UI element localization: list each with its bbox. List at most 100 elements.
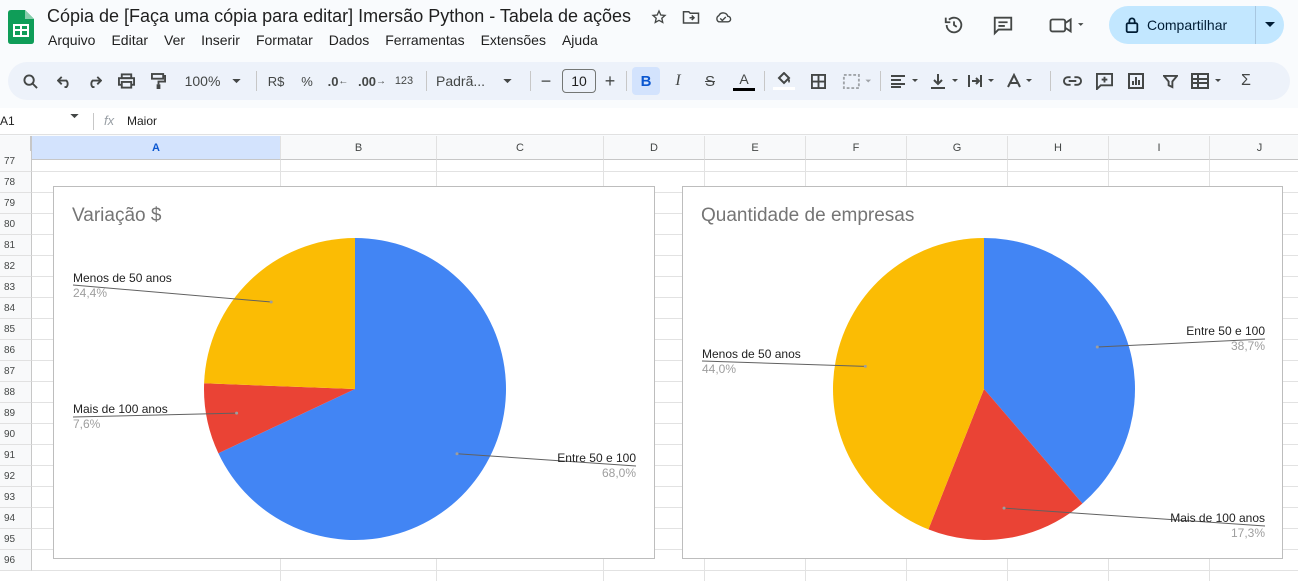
row-gridline [32, 171, 1298, 172]
title-actions [650, 8, 732, 26]
row-header-84[interactable]: 84 [0, 298, 32, 319]
name-box[interactable]: A1 [0, 114, 15, 128]
print-icon[interactable] [116, 62, 136, 100]
row-header-83[interactable]: 83 [0, 277, 32, 298]
menu-ajuda[interactable]: Ajuda [562, 32, 598, 48]
chevron-down-icon [503, 78, 512, 83]
format-currency-button[interactable]: R$ [264, 62, 288, 100]
slice-label-menos-50: Menos de 50 anos 24,4% [73, 271, 172, 301]
row-header-80[interactable]: 80 [0, 214, 32, 235]
menu-ver[interactable]: Ver [164, 32, 185, 48]
menu-extensoes[interactable]: Extensões [481, 32, 546, 48]
share-dropdown-icon[interactable] [1256, 6, 1284, 44]
column-header-a[interactable]: A [32, 136, 281, 160]
increase-font-size-icon[interactable]: + [602, 62, 618, 100]
functions-icon[interactable]: Σ [1236, 62, 1256, 100]
share-main-button[interactable]: Compartilhar [1109, 6, 1256, 44]
decrease-decimals-button[interactable]: .0 ← [324, 62, 352, 100]
pie-chart-quantidade[interactable]: Quantidade de empresas Menos de 50 anos … [682, 186, 1283, 559]
column-header-e[interactable]: E [705, 136, 806, 160]
toolbar-divider [426, 71, 427, 91]
row-header-88[interactable]: 88 [0, 382, 32, 403]
filter-icon[interactable] [1160, 62, 1180, 100]
row-header-96[interactable]: 96 [0, 550, 32, 571]
column-header-i[interactable]: I [1109, 136, 1210, 160]
slice-name: Mais de 100 anos [73, 402, 168, 416]
leader-dot [1002, 506, 1006, 510]
vertical-align-icon[interactable] [928, 62, 962, 100]
fill-color-button[interactable] [772, 62, 796, 100]
row-header-95[interactable]: 95 [0, 529, 32, 550]
text-rotation-icon[interactable] [1004, 62, 1038, 100]
row-header-81[interactable]: 81 [0, 235, 32, 256]
row-header-89[interactable]: 89 [0, 403, 32, 424]
column-header-c[interactable]: C [437, 136, 604, 160]
row-header-91[interactable]: 91 [0, 445, 32, 466]
insert-comment-icon[interactable] [1094, 62, 1114, 100]
row-header-82[interactable]: 82 [0, 256, 32, 277]
column-header-j[interactable]: J [1210, 136, 1298, 160]
bold-button[interactable]: B [632, 67, 660, 95]
format-percent-button[interactable]: % [298, 62, 316, 100]
decrease-font-size-icon[interactable]: − [538, 62, 554, 100]
search-menus-icon[interactable] [20, 62, 40, 100]
column-header-b[interactable]: B [281, 136, 437, 160]
row-header-93[interactable]: 93 [0, 487, 32, 508]
row-header-92[interactable]: 92 [0, 466, 32, 487]
function-icon: fx [104, 113, 115, 128]
insert-link-icon[interactable] [1060, 62, 1084, 100]
borders-icon[interactable] [808, 62, 828, 100]
document-title[interactable]: Cópia de [Faça uma cópia para editar] Im… [47, 6, 631, 27]
menu-inserir[interactable]: Inserir [201, 32, 240, 48]
pie-slice-menos-de-50-anos[interactable] [204, 238, 355, 389]
row-header-78[interactable]: 78 [0, 172, 32, 193]
row-header-79[interactable]: 79 [0, 193, 32, 214]
more-formats-button[interactable]: 123 [392, 62, 416, 100]
chevron-down-icon[interactable] [70, 114, 79, 119]
font-family-select[interactable]: Padrã... [436, 62, 520, 100]
share-button[interactable]: Compartilhar [1109, 6, 1284, 44]
meet-button[interactable] [1044, 11, 1090, 39]
filter-views-icon[interactable] [1188, 62, 1228, 100]
move-folder-icon[interactable] [682, 8, 700, 26]
text-wrapping-icon[interactable] [966, 62, 1000, 100]
slice-label-entre-50-100: Entre 50 e 100 68,0% [536, 451, 636, 481]
column-header-d[interactable]: D [604, 136, 705, 160]
formula-input[interactable]: Maior [127, 114, 157, 128]
pie-chart-variacao[interactable]: Variação $ Menos de 50 anos 24,4% Mais d… [53, 186, 655, 559]
menu-editar[interactable]: Editar [111, 32, 148, 48]
row-header-90[interactable]: 90 [0, 424, 32, 445]
lock-icon [1125, 17, 1139, 33]
merge-cells-icon[interactable] [840, 62, 874, 100]
redo-icon[interactable] [84, 62, 104, 100]
version-history-icon[interactable] [940, 11, 968, 39]
zoom-select[interactable]: 100% [180, 62, 246, 100]
column-header-f[interactable]: F [806, 136, 907, 160]
menu-dados[interactable]: Dados [329, 32, 369, 48]
row-header-85[interactable]: 85 [0, 319, 32, 340]
increase-decimals-button[interactable]: .00 → [358, 62, 386, 100]
star-icon[interactable] [650, 8, 668, 26]
menu-formatar[interactable]: Formatar [256, 32, 313, 48]
sheets-logo-icon[interactable] [8, 10, 34, 44]
column-header-h[interactable]: H [1008, 136, 1109, 160]
undo-icon[interactable] [54, 62, 74, 100]
italic-button[interactable]: I [668, 62, 688, 100]
menu-ferramentas[interactable]: Ferramentas [385, 32, 464, 48]
text-color-button[interactable]: A [732, 62, 756, 100]
insert-chart-icon[interactable] [1126, 62, 1146, 100]
row-header-94[interactable]: 94 [0, 508, 32, 529]
cloud-status-icon[interactable] [714, 8, 732, 26]
slice-name: Entre 50 e 100 [557, 451, 636, 465]
row-header-86[interactable]: 86 [0, 340, 32, 361]
horizontal-align-icon[interactable] [888, 62, 922, 100]
strikethrough-button[interactable]: S [700, 62, 720, 100]
row-header-87[interactable]: 87 [0, 361, 32, 382]
slice-name: Menos de 50 anos [73, 271, 172, 285]
paint-format-icon[interactable] [148, 62, 168, 100]
font-size-input[interactable]: 10 [562, 69, 596, 93]
menu-arquivo[interactable]: Arquivo [48, 32, 95, 48]
comments-icon[interactable] [989, 11, 1017, 39]
row-header-77[interactable]: 77 [0, 151, 32, 172]
column-header-g[interactable]: G [907, 136, 1008, 160]
